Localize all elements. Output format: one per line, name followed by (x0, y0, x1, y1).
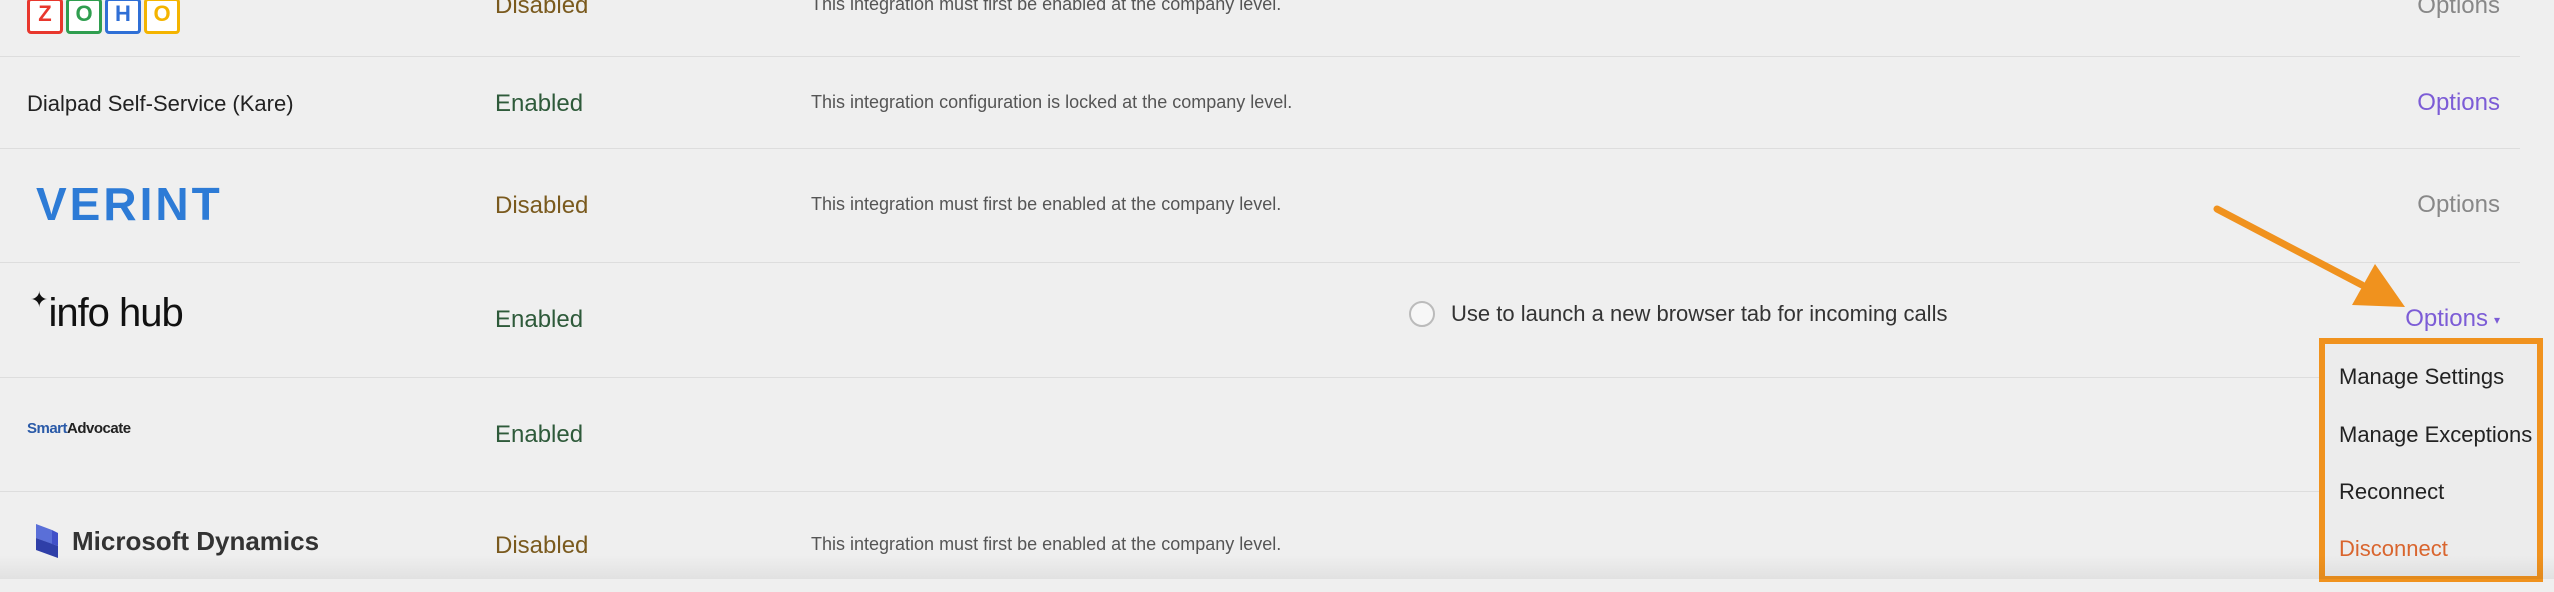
menu-item-reconnect[interactable]: Reconnect (2339, 479, 2444, 505)
options-dropdown-menu: Manage Settings Manage Exceptions Reconn… (2319, 338, 2543, 582)
menu-item-manage-settings[interactable]: Manage Settings (2339, 364, 2504, 390)
bottom-shadow (0, 555, 2554, 579)
menu-item-manage-exceptions[interactable]: Manage Exceptions (2339, 422, 2532, 448)
annotation-arrow-icon (2213, 205, 2405, 307)
